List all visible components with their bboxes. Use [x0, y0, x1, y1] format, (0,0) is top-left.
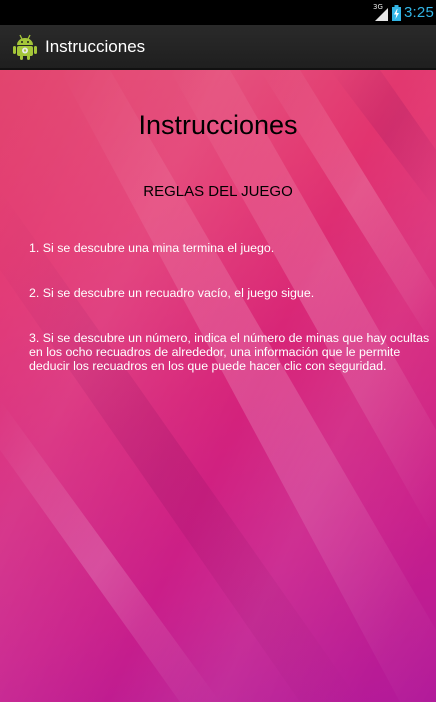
page-title: Instrucciones [138, 110, 298, 140]
status-bar: 3G 3:25 [0, 0, 436, 25]
action-bar-title: Instrucciones [45, 36, 146, 56]
background-streaks [0, 70, 436, 702]
rule-item: 3. Si se descubre un número, indica el n… [29, 331, 430, 373]
battery-icon [392, 4, 401, 21]
rule-item: 1. Si se descubre una mina termina el ju… [29, 241, 275, 255]
signal-icon: 3G [373, 3, 389, 22]
rule-item: 2. Si se descubre un recuadro vacío, el … [29, 286, 315, 300]
android-robot-icon[interactable] [13, 34, 37, 60]
status-icons: 3G 3:25 [373, 0, 434, 25]
rules-heading: REGLAS DEL JUEGO [143, 183, 293, 200]
screen: 3G 3:25 Instrucciones Instrucciones REGL… [0, 0, 436, 702]
instructions-content: Instrucciones REGLAS DEL JUEGO 1. Si se … [0, 70, 436, 702]
clock: 3:25 [404, 4, 434, 21]
action-bar: Instrucciones [0, 25, 436, 70]
